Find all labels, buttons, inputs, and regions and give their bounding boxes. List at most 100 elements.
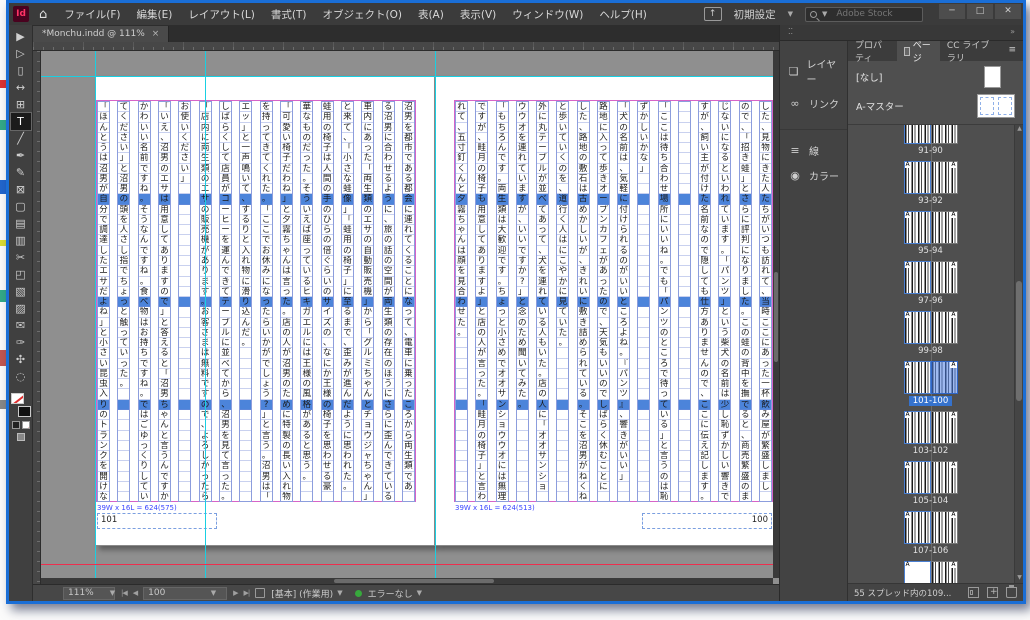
- grid-text-line[interactable]: 外に丸テーブルが並べてあって、犬を連れている人もいた。店の人に「オオサンショ: [536, 101, 549, 502]
- panel-menu-icon[interactable]: ≡: [1001, 41, 1023, 61]
- next-page-button[interactable]: ▶: [233, 589, 237, 597]
- frame-tool[interactable]: ⊠: [11, 181, 31, 198]
- grid-text-line[interactable]: じないになるといわれています。「パンツ」という柴犬の名前は少し恥ずかしい響きで: [718, 101, 731, 502]
- document-tab[interactable]: *Monchu.indd @ 111% ×: [33, 26, 169, 42]
- grid-text-line[interactable]: した、路地の敷石は古めかしいが、きれいに敷き詰められている。そこを沼男がねくね: [577, 101, 590, 502]
- canvas-horizontal-scrollbar[interactable]: [41, 578, 773, 584]
- grid-text-line[interactable]: と来て、「小さな蛙像」「蛙用の椅子」に至るまで、歪みが進んだように思われた。: [341, 101, 354, 502]
- menu-item[interactable]: 表示(V): [453, 5, 503, 24]
- master-a-row[interactable]: A-マスター: [856, 94, 1015, 118]
- selection-tool[interactable]: ▶: [11, 28, 31, 45]
- grid-text-line[interactable]: しばらくして店員がコーヒーを運んできてテーブルに並べてから、沼男を見て言った。: [219, 101, 232, 502]
- normal-view-mode-button[interactable]: [17, 433, 25, 441]
- grid-text-line[interactable]: ですが、畦月の椅子も用意してありますよ」と店の人が言った。「畦月の椅子」と言わ: [475, 101, 488, 502]
- grid-text-line[interactable]: エッ」と一声鳴いて、するりと入れ物に滑り込んだ。: [239, 101, 252, 502]
- page-number-dropdown[interactable]: 100 ▼: [143, 587, 227, 600]
- apply-none-button[interactable]: [22, 421, 30, 429]
- grid-text-line[interactable]: 「もちろんです。両生類は大歓迎です。ちょっと小さめでオオサンショウウオには無理: [496, 101, 509, 502]
- share-icon[interactable]: ↑: [704, 7, 722, 21]
- grid-text-line[interactable]: 「いえ、沼男のエサは用意してありますので」と答えると「沼男ちゃんと言うんですか: [158, 101, 171, 502]
- rectangle-tool[interactable]: ▢: [11, 198, 31, 215]
- content-collector-tool[interactable]: ⊞: [11, 96, 31, 113]
- vertical-grid-tool[interactable]: ▥: [11, 232, 31, 249]
- hand-tool[interactable]: ✣: [11, 351, 31, 368]
- spread-item[interactable]: AA97-96: [904, 261, 958, 306]
- panel-button-リンク[interactable]: ∞リンク: [780, 91, 847, 116]
- grid-text-line[interactable]: した、見物にきた人たちがいつも訪れて、当時ここにあった一杯飲み屋が繁盛しまし: [759, 101, 772, 502]
- grid-text-line[interactable]: 「ここは待ち合わせ場所にいいね。でも「パンツのところで待っている」と言うのは恥: [658, 101, 671, 502]
- menu-item[interactable]: ウィンドウ(W): [505, 5, 590, 24]
- page-number-101[interactable]: 101: [97, 513, 217, 529]
- page-tool[interactable]: ▯: [11, 62, 31, 79]
- menu-item[interactable]: 表(A): [411, 5, 451, 24]
- spread-item[interactable]: AA95-94: [904, 211, 958, 256]
- spread-item[interactable]: AA103-102: [904, 411, 958, 456]
- preflight-status-dropdown[interactable]: エラーなし ▼: [368, 587, 428, 600]
- stroke-swatch[interactable]: [18, 406, 31, 417]
- free-transform-tool[interactable]: ◰: [11, 266, 31, 283]
- panel-button-線[interactable]: ≡線: [780, 138, 847, 163]
- note-tool[interactable]: ✉: [11, 317, 31, 334]
- grid-text-line[interactable]: る沼男に合わせるように、旅の話の空間が両生類の存在のほうにさらに歪んできている: [382, 101, 395, 502]
- grid-text-line[interactable]: かわいい名前ですね。そうなんですね。食べ物はお持ちですね。ではごゆっくりしてい: [138, 101, 151, 502]
- last-page-button[interactable]: ▶|: [244, 589, 250, 597]
- previous-page-button[interactable]: ◀: [133, 589, 137, 597]
- panel-button-カラー[interactable]: ◉カラー: [780, 163, 847, 188]
- canvas-vertical-scrollbar[interactable]: [773, 51, 779, 578]
- gradient-feather-tool[interactable]: ▨: [11, 300, 31, 317]
- new-page-button[interactable]: [987, 587, 998, 598]
- grid-text-line[interactable]: ずかしいかな」: [637, 101, 650, 502]
- grid-text-line[interactable]: 路地に入って歩きオープンカフェがあったので、天気もいいのでしばらく休むことに: [597, 101, 610, 502]
- direct-selection-tool[interactable]: ▷: [11, 45, 31, 62]
- tab-ページ[interactable]: ページ: [897, 41, 940, 61]
- panel-button-レイヤー[interactable]: ❏レイヤー: [780, 51, 847, 91]
- eyedropper-tool[interactable]: ✑: [11, 334, 31, 351]
- spread-item[interactable]: AA105-104: [904, 461, 958, 506]
- grid-text-line[interactable]: ウウオを連れていますが、いいですか?」と念のため聞いてみた。: [516, 101, 529, 502]
- line-tool[interactable]: ╱: [11, 130, 31, 147]
- master-a-thumbnail[interactable]: [977, 94, 1015, 118]
- spread-item[interactable]: AA91-90: [904, 125, 958, 156]
- fill-swatch[interactable]: [11, 393, 24, 404]
- zoom-level-dropdown[interactable]: 111% ▼: [63, 587, 115, 600]
- preset-dropdown[interactable]: [基本] (作業用) ▼: [271, 587, 348, 600]
- vertical-ruler[interactable]: [33, 51, 41, 584]
- text-frame-right[interactable]: した、見物にきた人たちがいつも訪れて、当時ここにあった一杯飲み屋が繁盛しましので…: [455, 101, 772, 501]
- grid-text-line[interactable]: 「可愛い椅子だわね」と夕霧ちゃんは言った。店の人が沼男のために特製の長い入れ物: [280, 101, 293, 502]
- horizontal-grid-tool[interactable]: ▤: [11, 215, 31, 232]
- grid-text-line[interactable]: 蛙用の椅子は人間の手のひらの倍ぐらいのサイズの、なにか王様の椅子を思わせる豪: [321, 101, 334, 502]
- grid-text-line[interactable]: 「ほんとうは沼男が自分で調達したエサだよね」と小さい昆虫入りのトランクを開けな: [97, 101, 110, 502]
- tab-close-icon[interactable]: ×: [152, 29, 160, 39]
- indesign-logo-icon[interactable]: Id: [13, 6, 29, 22]
- ruler-guide-vertical-2[interactable]: [205, 51, 206, 584]
- master-none-row[interactable]: [なし]: [856, 66, 1015, 88]
- pencil-tool[interactable]: ✎: [11, 164, 31, 181]
- horizontal-ruler[interactable]: [33, 42, 779, 51]
- ruler-guide-horizontal[interactable]: [41, 76, 779, 77]
- grid-text-line[interactable]: お使いください」: [178, 101, 191, 502]
- grid-text-line[interactable]: 華なものだった。そういえば座っているヒキガエルには王様の風格があると思う。: [300, 101, 313, 502]
- ruler-guide-red[interactable]: [41, 564, 779, 565]
- pen-tool[interactable]: ✒: [11, 147, 31, 164]
- gradient-swatch-tool[interactable]: ▧: [11, 283, 31, 300]
- zoom-tool[interactable]: ◌: [11, 368, 31, 385]
- type-tool[interactable]: T: [11, 113, 31, 130]
- grid-text-line[interactable]: [678, 101, 691, 502]
- spread-item[interactable]: AA99-98: [904, 311, 958, 356]
- spread-item[interactable]: AA101-100: [904, 361, 958, 406]
- grid-text-line[interactable]: れて、五寸釘くんと夕霧ちゃんは顔を見合わせた。: [455, 101, 468, 502]
- apply-color-button[interactable]: [12, 421, 20, 429]
- close-button[interactable]: ✕: [995, 4, 1021, 19]
- page-number-100[interactable]: 100: [642, 513, 772, 529]
- maximize-button[interactable]: □: [967, 4, 993, 19]
- home-icon[interactable]: ⌂: [35, 7, 51, 22]
- grid-text-line[interactable]: ので、「招き蛙」とさらに評判になりました。この蛙の背中を撫でると、商売繁盛のま: [739, 101, 752, 502]
- tab-プロパティ[interactable]: プロパティ: [848, 41, 897, 61]
- menu-item[interactable]: オブジェクト(O): [315, 5, 408, 24]
- menu-item[interactable]: ヘルプ(H): [592, 5, 654, 24]
- grid-text-line[interactable]: 沼男を都市である都会に連れてくることになって、電車に乗ったころから両生類であ: [402, 101, 415, 502]
- workspace-switcher[interactable]: 初期設定: [734, 7, 776, 22]
- search-input[interactable]: [836, 9, 916, 19]
- menu-item[interactable]: レイアウト(L): [181, 5, 262, 24]
- tab-CC ライブラリ[interactable]: CC ライブラリ: [940, 41, 1002, 61]
